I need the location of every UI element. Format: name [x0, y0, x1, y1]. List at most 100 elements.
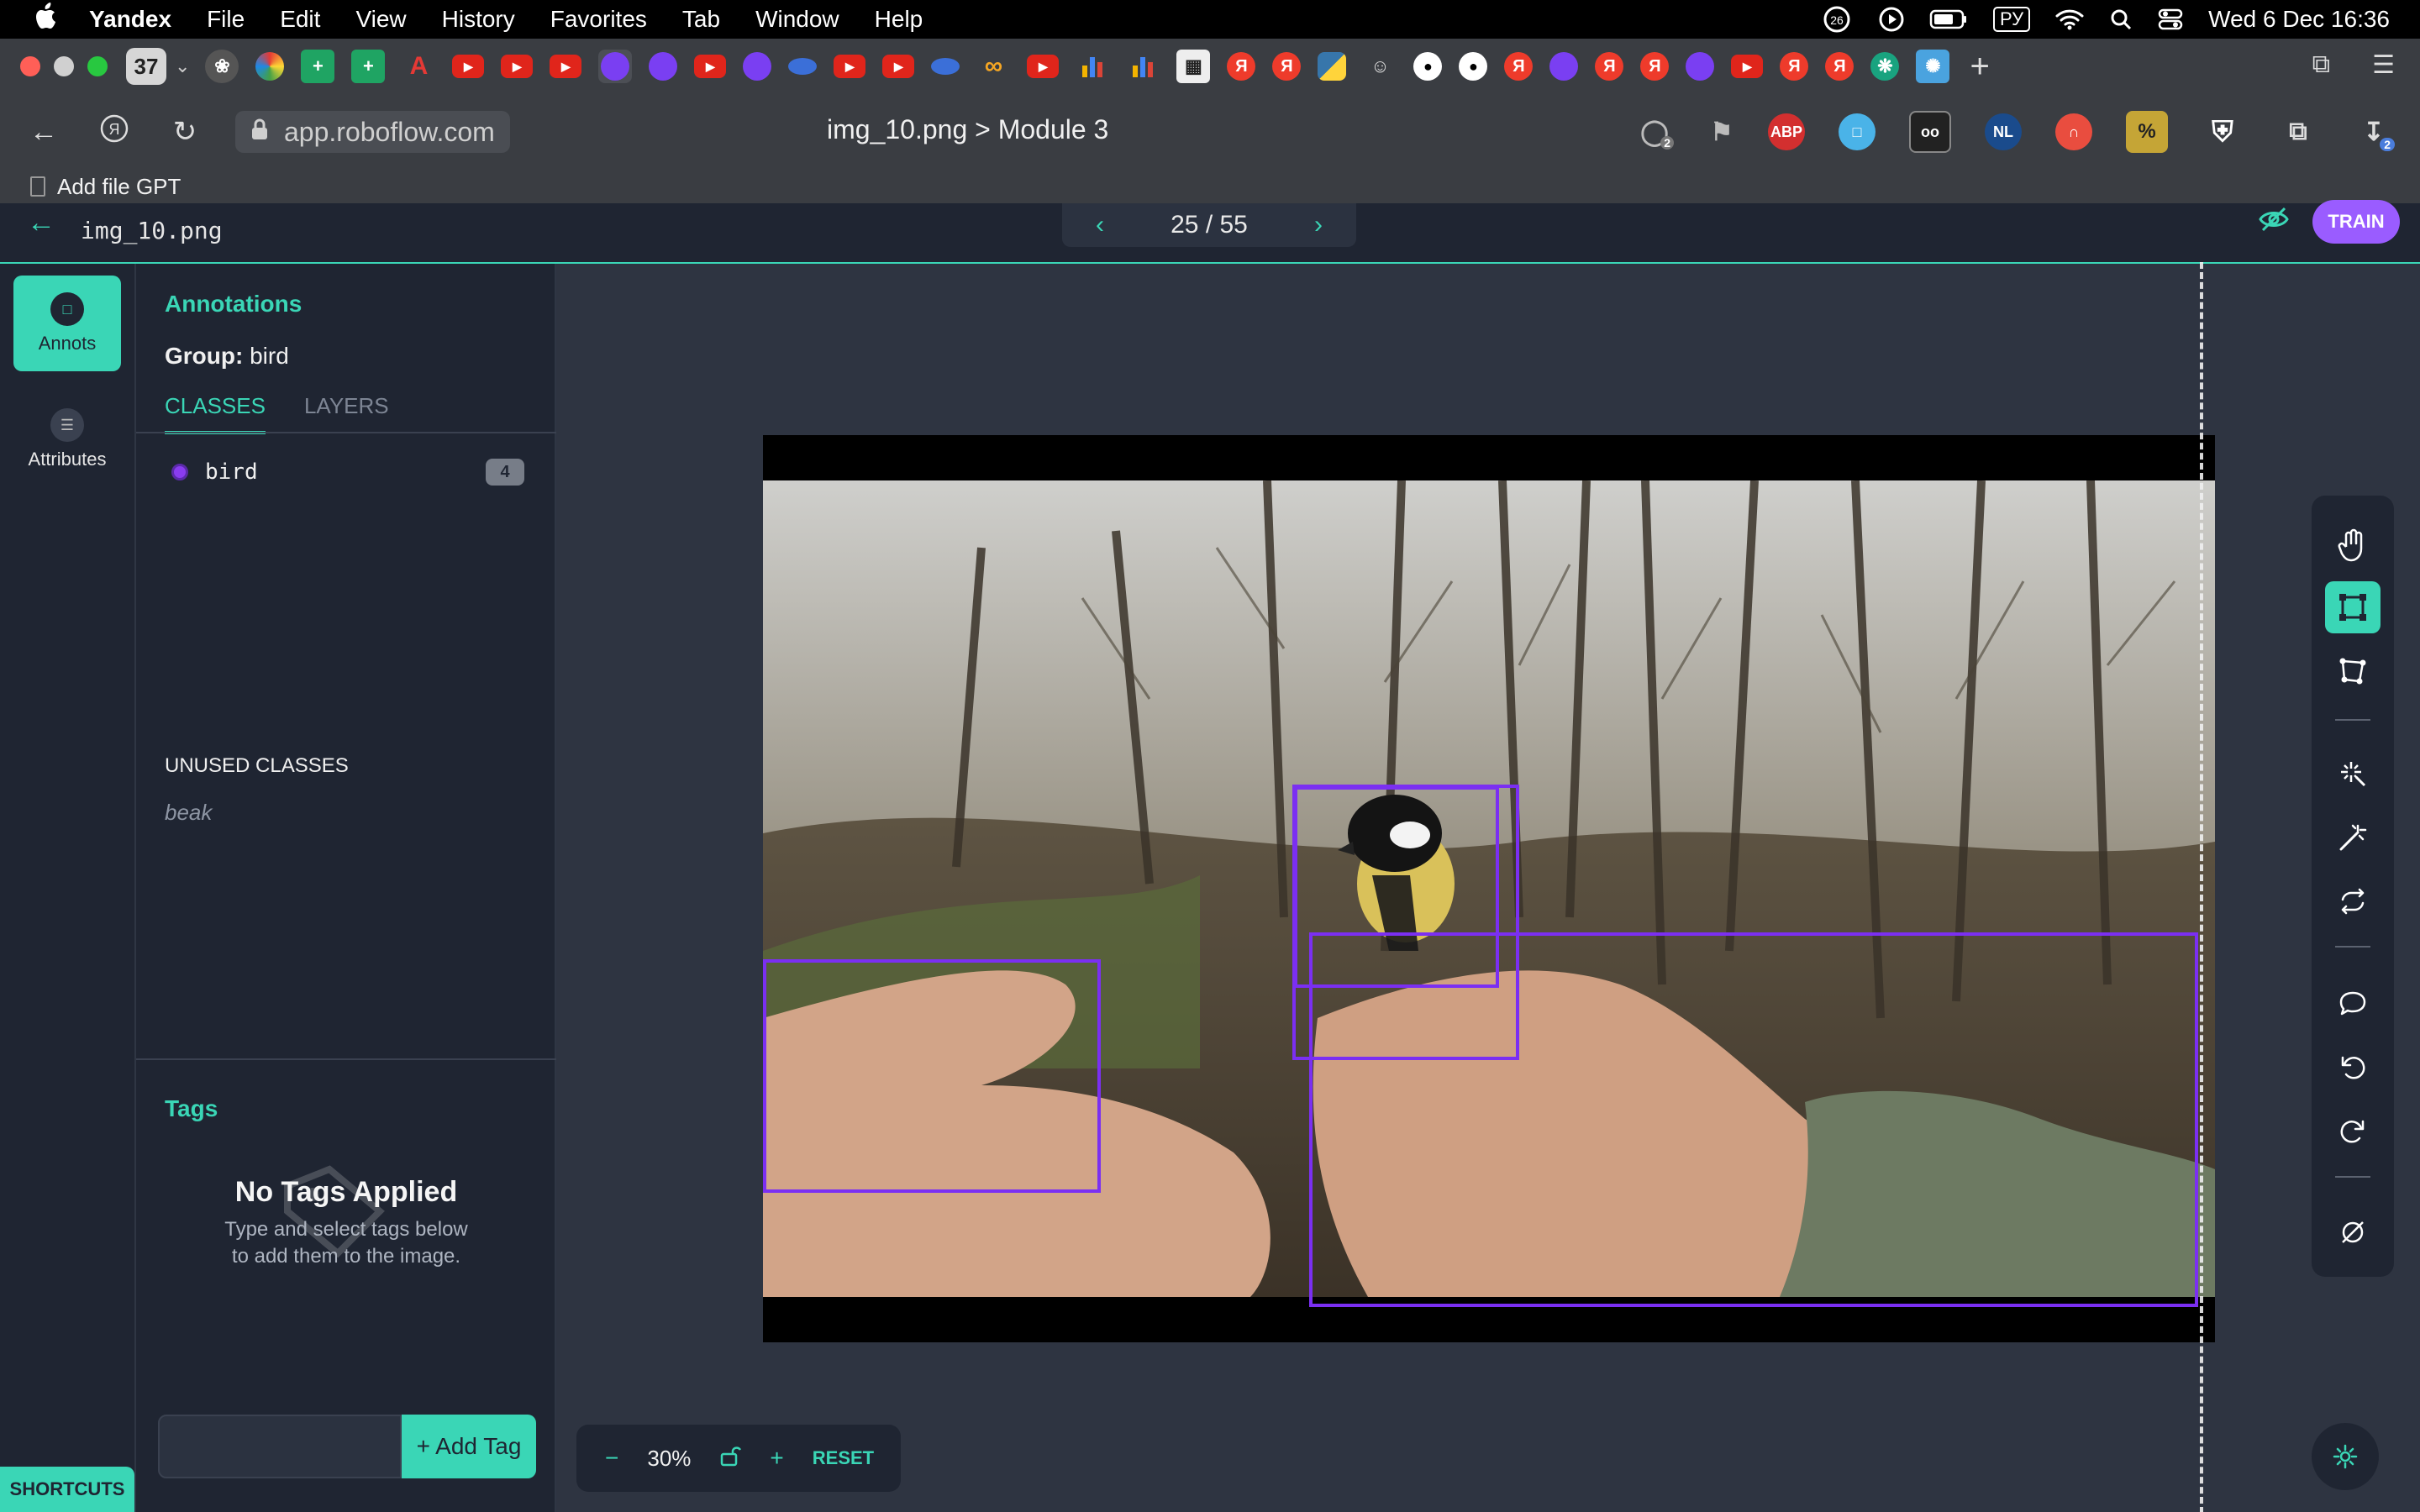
tab-favicon-youtube-icon[interactable]: ▶	[452, 55, 485, 78]
yandex-home-icon[interactable]: Я	[97, 114, 131, 150]
tab-favicon-infinity-icon[interactable]: ∞	[976, 50, 1010, 83]
apple-menu-icon[interactable]	[30, 3, 64, 36]
previous-image-chevron-icon[interactable]: ‹	[1096, 211, 1104, 239]
tab-favicon-python-icon[interactable]	[1318, 52, 1347, 81]
tab-favicon-feather-icon[interactable]	[788, 58, 818, 75]
minimize-window-button[interactable]	[54, 56, 74, 76]
repeat-previous-icon[interactable]	[2325, 875, 2381, 927]
input-source-indicator[interactable]: РУ	[1992, 7, 2031, 32]
url-field[interactable]: app.roboflow.com	[235, 111, 510, 153]
annotated-image[interactable]	[763, 435, 2215, 1342]
bookmark-item[interactable]: Add file GPT	[30, 174, 181, 200]
bounding-box-bird[interactable]	[1309, 932, 2198, 1307]
tab-favicon-github-icon[interactable]: ●	[1459, 52, 1488, 81]
collections-icon[interactable]: ⧉	[2312, 50, 2330, 80]
bounding-box-tool-icon[interactable]	[2325, 581, 2381, 633]
battery-icon[interactable]	[1929, 6, 1968, 33]
extension-puzzle-icon[interactable]: ◯ 2	[1634, 111, 1676, 153]
tab-favicon-palette-icon[interactable]	[255, 52, 285, 81]
tab-favicon-youtube-icon[interactable]: ▶	[501, 55, 534, 78]
percent-extension-icon[interactable]: %	[2126, 111, 2168, 153]
zoom-window-button[interactable]	[87, 56, 108, 76]
tab-favicon-sheets-icon[interactable]: +	[351, 50, 386, 83]
zoom-in-icon[interactable]: +	[770, 1445, 783, 1472]
tab-favicon-bar-chart-icon[interactable]	[1076, 50, 1109, 83]
pan-hand-icon[interactable]	[2325, 519, 2381, 571]
reader-glasses-icon[interactable]: oo	[1909, 111, 1951, 153]
polygon-tool-icon[interactable]	[2325, 645, 2381, 697]
tab-favicon-github-icon[interactable]: ●	[1413, 52, 1443, 81]
tab-count-button[interactable]: 37	[126, 48, 166, 85]
back-arrow-icon[interactable]: ←	[27, 116, 60, 149]
rail-annots-button[interactable]: □ Annots	[13, 276, 121, 371]
class-row-bird[interactable]: bird 4	[171, 459, 524, 486]
wifi-icon[interactable]	[2055, 6, 2084, 33]
notification-badge-icon[interactable]: 26	[1820, 6, 1854, 33]
redo-icon[interactable]	[2325, 1105, 2381, 1158]
tab-favicon-yandex-icon[interactable]: Я	[1595, 52, 1624, 81]
menu-window[interactable]: Window	[755, 6, 839, 33]
tab-favicon-yandex-icon[interactable]: Я	[1272, 52, 1302, 81]
translate-nl-icon[interactable]: NL	[1985, 113, 2022, 150]
menu-favorites[interactable]: Favorites	[550, 6, 647, 33]
lock-zoom-icon[interactable]	[719, 1445, 742, 1473]
clock[interactable]: Wed 6 Dec 16:36	[2208, 6, 2390, 33]
settings-sun-icon[interactable]	[2312, 1423, 2379, 1490]
tab-favicon-youtube-icon[interactable]: ▶	[834, 55, 866, 78]
chat-extension-icon[interactable]: □	[1839, 113, 1876, 150]
tab-favicon-youtube-icon[interactable]: ▶	[1731, 55, 1764, 78]
adblock-plus-icon[interactable]: ABP	[1768, 113, 1805, 150]
shortcuts-button[interactable]: SHORTCUTS	[0, 1467, 134, 1512]
tab-favicon-roboflow-icon[interactable]	[1549, 52, 1579, 81]
tab-favicon-roboflow-icon[interactable]	[1686, 52, 1715, 81]
shield-icon[interactable]: ⛨	[2202, 111, 2244, 153]
tab-favicon-youtube-icon[interactable]: ▶	[882, 55, 915, 78]
tab-favicon-ghost-icon[interactable]: ☺	[1363, 50, 1397, 83]
tab-favicon-squirrel-icon[interactable]: ❀	[205, 50, 239, 83]
tab-favicon-roboflow-icon-active[interactable]	[598, 50, 633, 83]
tab-favicon-yandex-icon[interactable]: Я	[1227, 52, 1256, 81]
tab-layers[interactable]: LAYERS	[304, 393, 389, 434]
chevron-down-icon[interactable]: ⌄	[175, 55, 190, 77]
train-button[interactable]: TRAIN	[2312, 200, 2400, 244]
tab-favicon-bar-chart-icon[interactable]	[1126, 50, 1160, 83]
add-tag-button[interactable]: + Add Tag	[402, 1415, 536, 1478]
menu-file[interactable]: File	[207, 6, 245, 33]
hide-annotations-eye-off-icon[interactable]	[2259, 207, 2289, 239]
app-name-menu[interactable]: Yandex	[89, 6, 171, 33]
back-arrow-icon[interactable]: ←	[27, 207, 55, 239]
tab-favicon-sheets-icon[interactable]: +	[301, 50, 335, 83]
menu-history[interactable]: History	[442, 6, 515, 33]
menu-edit[interactable]: Edit	[280, 6, 320, 33]
tab-favicon-youtube-icon[interactable]: ▶	[1027, 55, 1060, 78]
tab-favicon-roboflow-icon[interactable]	[743, 52, 772, 81]
tab-favicon-qr-icon[interactable]: ▦	[1176, 50, 1211, 83]
unused-class-item[interactable]: beak	[165, 800, 212, 826]
share-icon[interactable]: ⧉	[2277, 111, 2319, 153]
tab-favicon-yandex-icon[interactable]: Я	[1640, 52, 1670, 81]
tab-favicon-sparkle-icon[interactable]: ✺	[1916, 50, 1950, 83]
play-circle-icon[interactable]	[1879, 6, 1904, 33]
tab-favicon-acrobat-icon[interactable]: A	[402, 50, 435, 83]
tab-favicon-youtube-icon[interactable]: ▶	[550, 55, 582, 78]
tab-favicon-roboflow-icon[interactable]	[649, 52, 678, 81]
annotation-canvas[interactable]: − 30% + RESET	[556, 262, 2420, 1512]
bounding-box-bird[interactable]	[763, 959, 1101, 1193]
next-image-chevron-icon[interactable]: ›	[1314, 211, 1323, 239]
rail-attributes-button[interactable]: ☰ Attributes	[13, 391, 121, 487]
tab-favicon-youtube-icon[interactable]: ▶	[694, 55, 727, 78]
tab-classes[interactable]: CLASSES	[165, 393, 266, 434]
sidebar-menu-icon[interactable]: ☰	[2372, 50, 2395, 80]
tab-favicon-yandex-icon[interactable]: Я	[1504, 52, 1534, 81]
tag-input[interactable]	[158, 1415, 402, 1478]
control-center-icon[interactable]	[2158, 6, 2183, 33]
reset-zoom-button[interactable]: RESET	[813, 1447, 874, 1469]
reload-icon[interactable]: ↻	[168, 115, 202, 149]
tab-favicon-yandex-icon[interactable]: Я	[1780, 52, 1809, 81]
close-window-button[interactable]	[20, 56, 40, 76]
menu-tab[interactable]: Tab	[682, 6, 720, 33]
tab-favicon-yandex-icon[interactable]: Я	[1825, 52, 1854, 81]
new-tab-icon[interactable]: +	[1970, 48, 1989, 86]
menu-view[interactable]: View	[355, 6, 406, 33]
tab-favicon-chatgpt-icon[interactable]: ❋	[1870, 52, 1900, 81]
